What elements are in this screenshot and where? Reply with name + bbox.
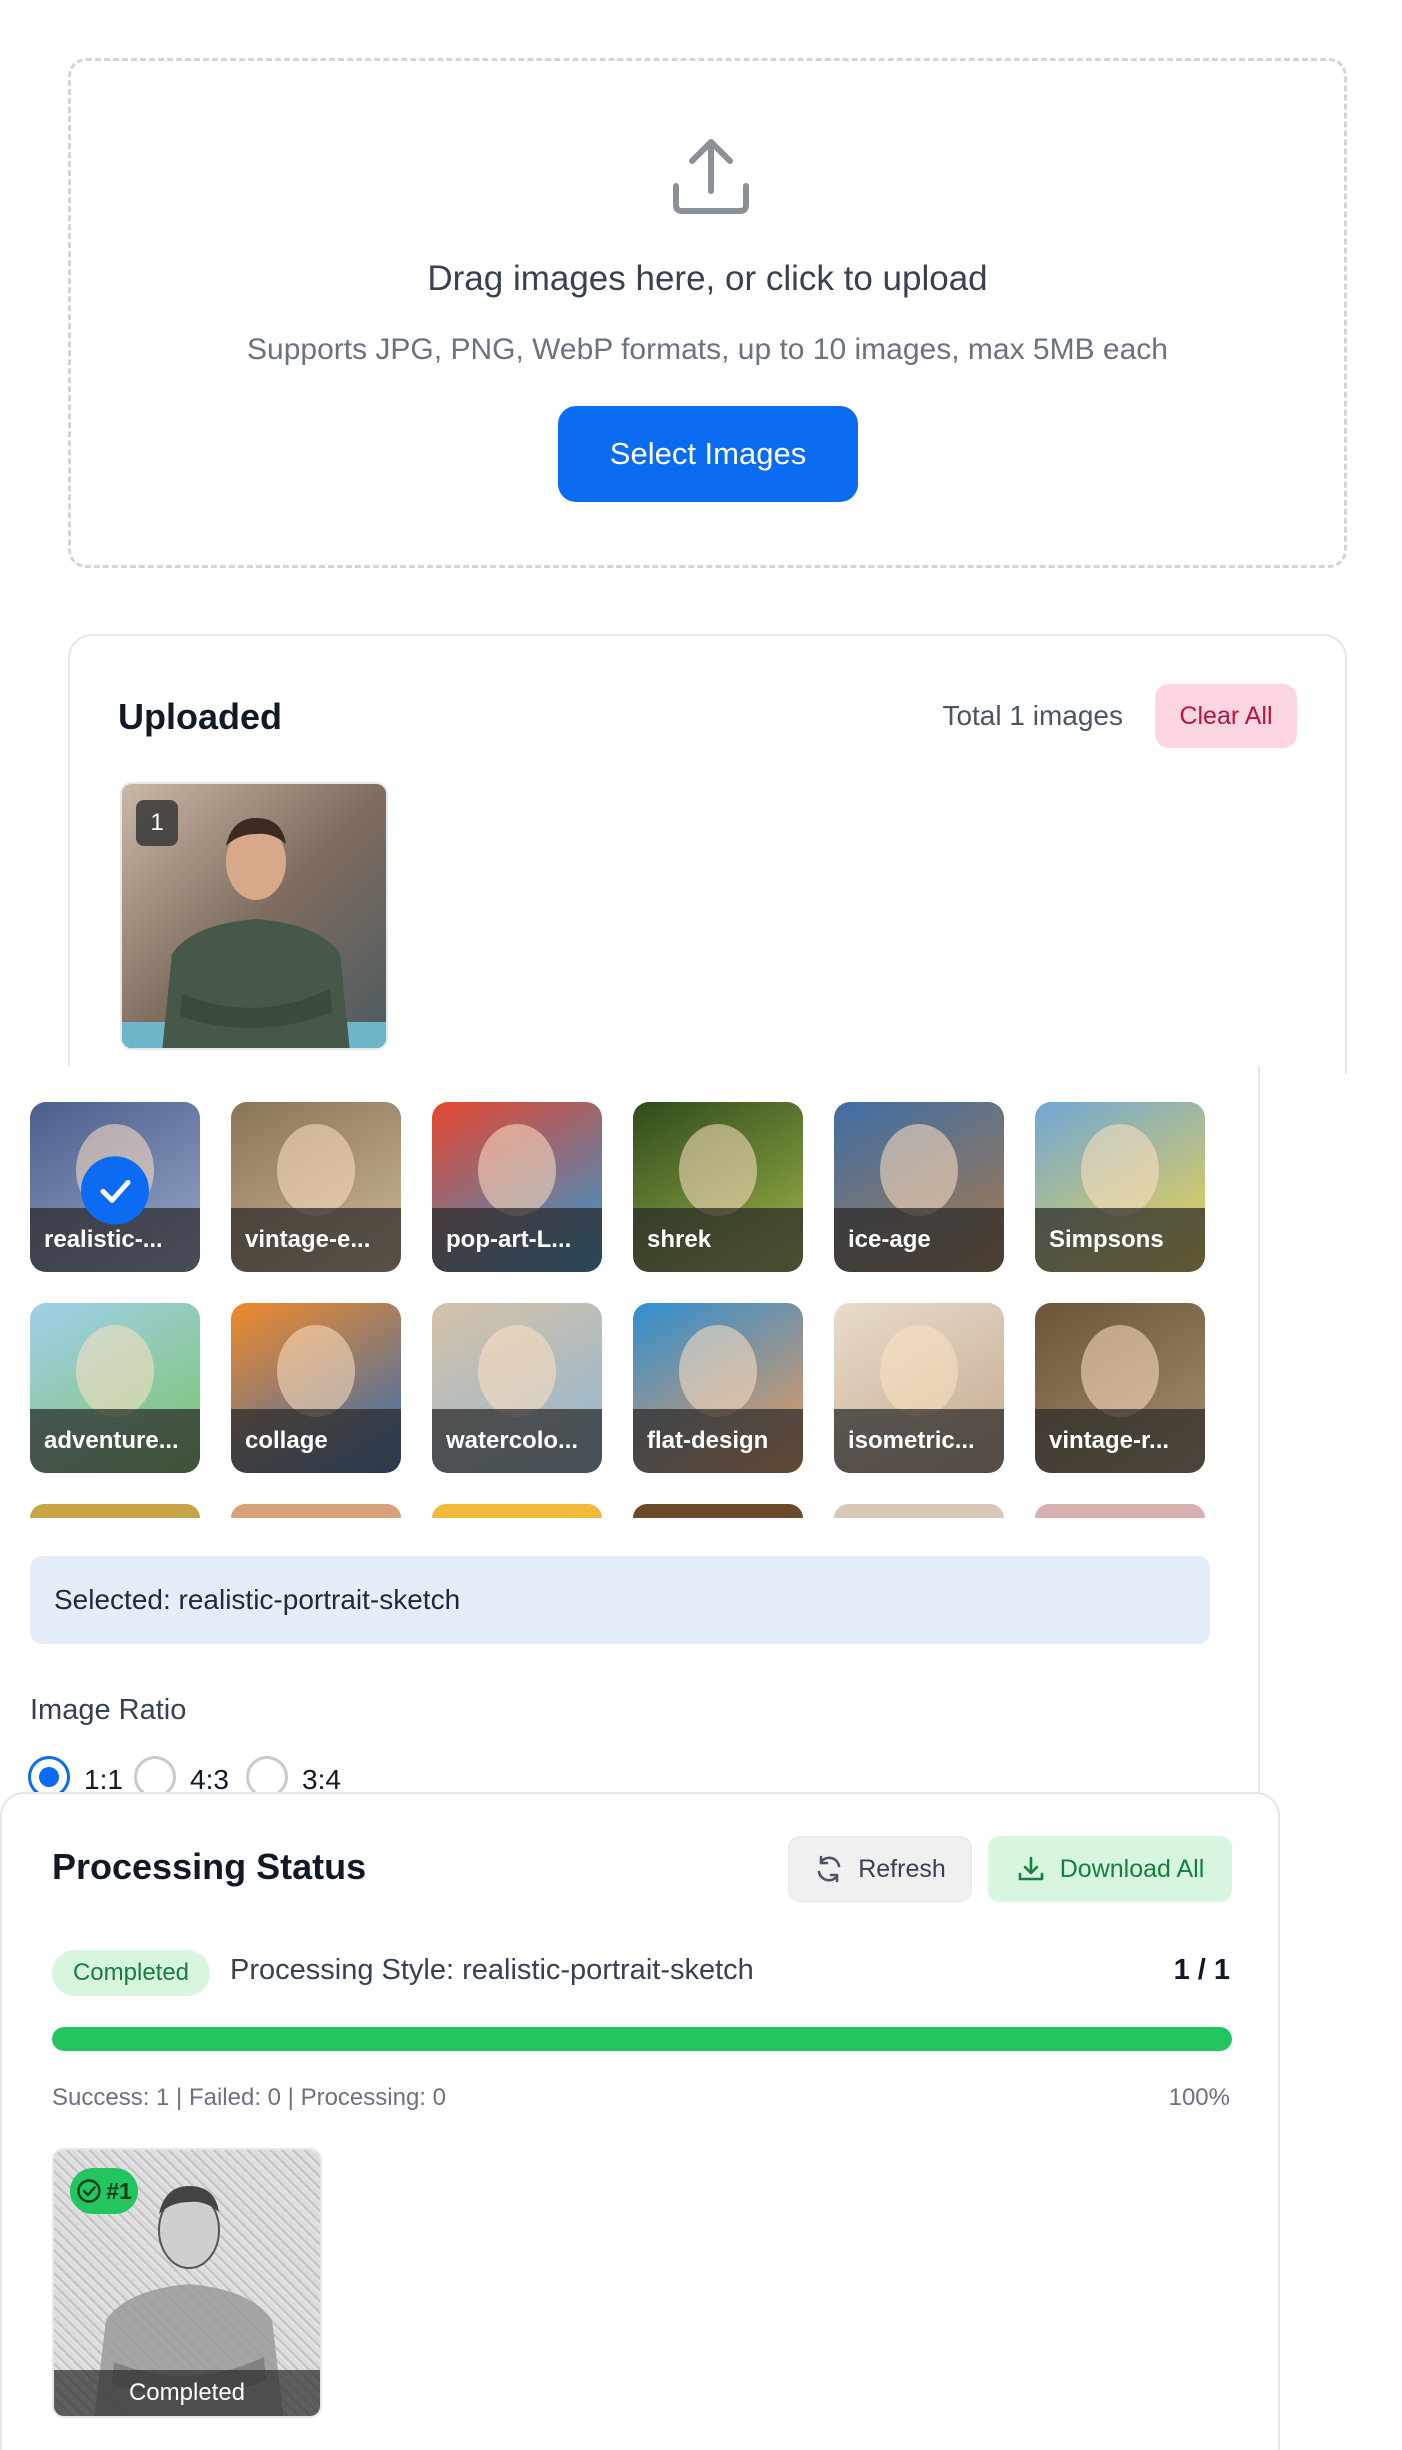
style-card-label: pop-art-L...	[432, 1208, 602, 1272]
style-card-vintage-e[interactable]: vintage-e...	[231, 1102, 401, 1272]
style-card-collage[interactable]: collage	[231, 1303, 401, 1473]
progress-percent: 100%	[1168, 2084, 1230, 2111]
style-card-label: Simpsons	[1035, 1208, 1205, 1272]
ratio-option-3-4[interactable]: 3:4	[246, 1756, 341, 1796]
uploaded-thumbnail[interactable]: 1	[120, 782, 388, 1050]
download-all-label: Download All	[1059, 1854, 1205, 1883]
style-card-partial[interactable]	[633, 1504, 803, 1518]
style-card-pop-art-l[interactable]: pop-art-L...	[432, 1102, 602, 1272]
uploaded-panel: Uploaded Total 1 images Clear All 1	[68, 634, 1347, 1074]
style-preview-face	[1081, 1325, 1159, 1417]
style-preview-face	[679, 1325, 757, 1417]
refresh-button[interactable]: Refresh	[788, 1836, 972, 1902]
download-all-button[interactable]: Download All	[988, 1836, 1232, 1902]
radio-1-1[interactable]	[28, 1756, 70, 1796]
image-ratio-options: 1:1 4:3 3:4	[28, 1756, 528, 1796]
processing-status-title: Processing Status	[52, 1846, 367, 1887]
status-badge: Completed	[52, 1950, 210, 1996]
radio-3-4[interactable]	[246, 1756, 288, 1796]
ratio-option-1-1[interactable]: 1:1	[28, 1756, 123, 1796]
select-images-button[interactable]: Select Images	[558, 406, 858, 502]
style-card-partial[interactable]	[30, 1504, 200, 1518]
style-preview-face	[277, 1325, 355, 1417]
style-card-label: watercolo...	[432, 1409, 602, 1473]
style-card-label: isometric...	[834, 1409, 1004, 1473]
style-card-label: shrek	[633, 1208, 803, 1272]
style-card-watercolo[interactable]: watercolo...	[432, 1303, 602, 1473]
style-preview-face	[478, 1124, 556, 1216]
style-card-partial[interactable]	[834, 1504, 1004, 1518]
result-status-label: Completed	[54, 2370, 320, 2416]
refresh-label: Refresh	[858, 1854, 946, 1883]
clear-all-button[interactable]: Clear All	[1155, 684, 1297, 748]
upload-subtitle: Supports JPG, PNG, WebP formats, up to 1…	[247, 333, 1168, 366]
style-card-partial[interactable]	[432, 1504, 602, 1518]
processing-style-text: Processing Style: realistic-portrait-ske…	[230, 1954, 754, 1986]
download-icon	[1018, 1856, 1044, 1881]
upload-title: Drag images here, or click to upload	[427, 259, 988, 298]
style-card-ice-age[interactable]: ice-age	[834, 1102, 1004, 1272]
style-card-shrek[interactable]: shrek	[633, 1102, 803, 1272]
style-preview-face	[277, 1124, 355, 1216]
upload-dropzone[interactable]: Drag images here, or click to upload Sup…	[68, 58, 1347, 568]
result-index: #1	[106, 2177, 132, 2204]
selected-style-info: Selected: realistic-portrait-sketch	[30, 1556, 1210, 1644]
upload-icon	[673, 139, 749, 214]
progress-bar	[52, 2027, 1232, 2051]
progress-fill	[52, 2027, 1232, 2051]
style-card-label: collage	[231, 1409, 401, 1473]
image-ratio-title: Image Ratio	[30, 1694, 187, 1726]
style-card-flat-design[interactable]: flat-design	[633, 1303, 803, 1473]
style-preview-face	[478, 1325, 556, 1417]
radio-4-3[interactable]	[134, 1756, 176, 1796]
style-card-label: flat-design	[633, 1409, 803, 1473]
style-card-isometric[interactable]: isometric...	[834, 1303, 1004, 1473]
result-success-badge: #1	[70, 2168, 138, 2214]
style-preview-face	[880, 1325, 958, 1417]
ratio-option-4-3[interactable]: 4:3	[134, 1756, 229, 1796]
style-card-partial[interactable]	[231, 1504, 401, 1518]
style-card-label: vintage-r...	[1035, 1409, 1205, 1473]
uploaded-total: Total 1 images	[942, 700, 1123, 731]
processing-status-panel: Processing Status Refresh Download All C…	[0, 1792, 1280, 2450]
uploaded-title: Uploaded	[118, 696, 283, 737]
style-card-realistic[interactable]: realistic-...	[30, 1102, 200, 1272]
style-preview-face	[1081, 1124, 1159, 1216]
refresh-icon	[817, 1855, 841, 1883]
style-preview-face	[880, 1124, 958, 1216]
style-card-simpsons[interactable]: Simpsons	[1035, 1102, 1205, 1272]
style-card-partial[interactable]	[1035, 1504, 1205, 1518]
style-preview-face	[76, 1325, 154, 1417]
selected-check-icon	[81, 1156, 149, 1225]
result-thumbnail[interactable]: #1 Completed	[52, 2148, 322, 2418]
style-card-label: ice-age	[834, 1208, 1004, 1272]
processing-count: 1 / 1	[1173, 1954, 1230, 1986]
style-card-adventure[interactable]: adventure...	[30, 1303, 200, 1473]
style-card-label: vintage-e...	[231, 1208, 401, 1272]
style-preview-face	[679, 1124, 757, 1216]
style-card-label: adventure...	[30, 1409, 200, 1473]
processing-stats: Success: 1 | Failed: 0 | Processing: 0	[52, 2084, 446, 2111]
check-circle-icon	[77, 2179, 101, 2203]
image-index-badge: 1	[136, 800, 178, 846]
style-selector-panel: realistic-... vintage-e... pop-art-L... shr…	[0, 1066, 1260, 1796]
style-card-vintage-r[interactable]: vintage-r...	[1035, 1303, 1205, 1473]
